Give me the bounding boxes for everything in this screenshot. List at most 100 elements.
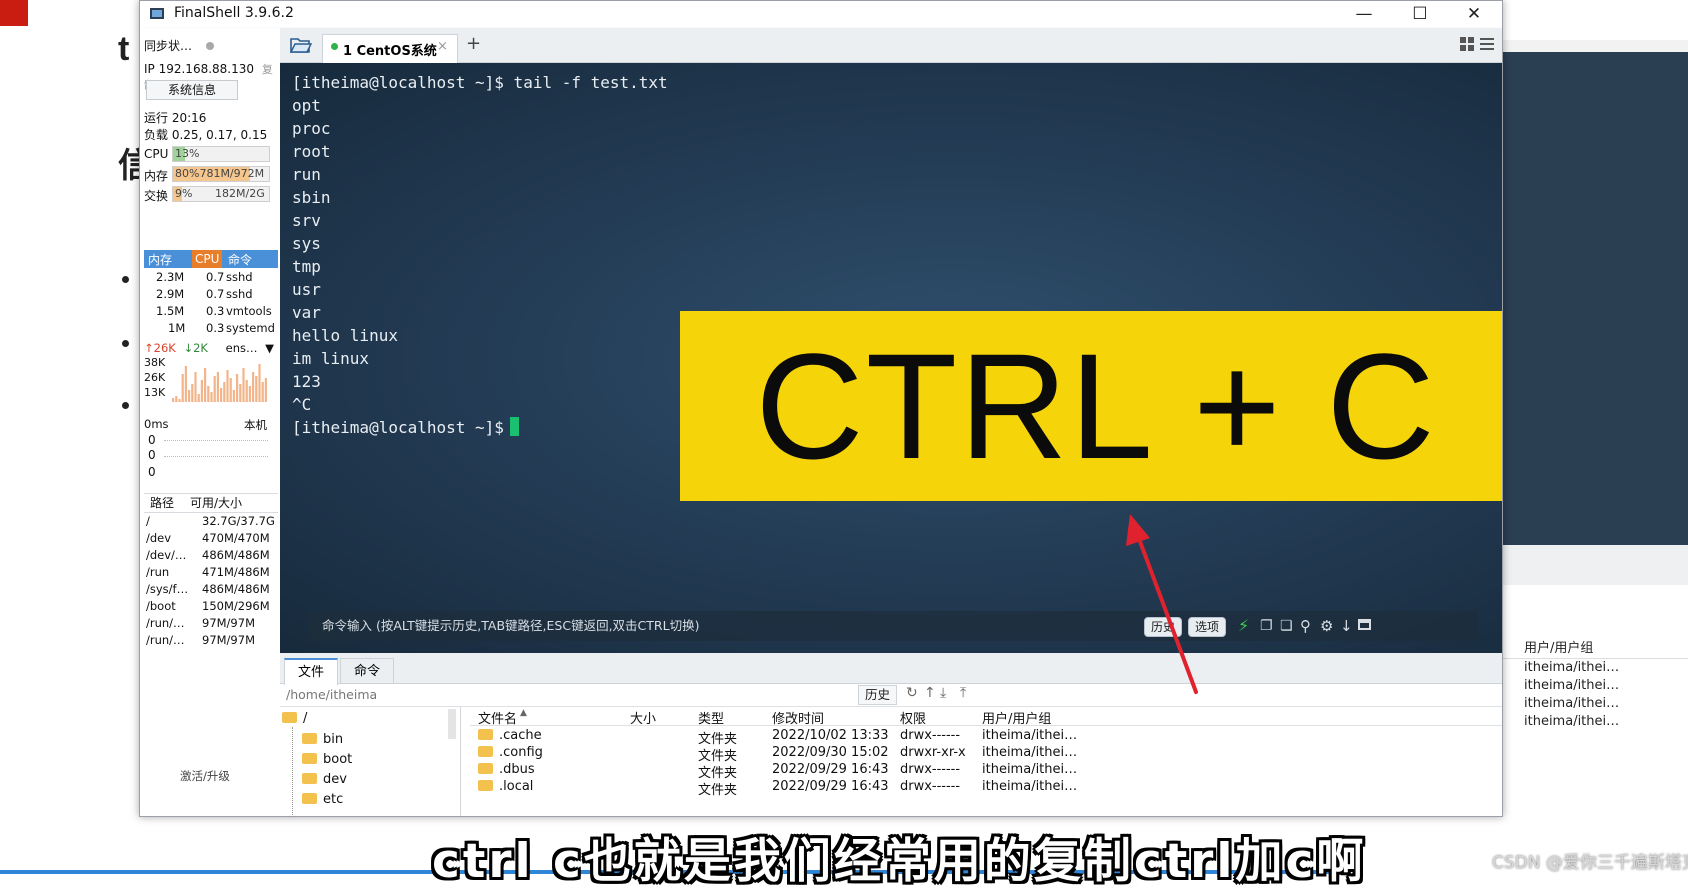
system-info-button[interactable]: 系统信息 [146, 80, 238, 100]
terminal-line: sbin [292, 188, 331, 207]
process-row[interactable]: 1M 0.3 systemd [144, 319, 278, 337]
tab-files[interactable]: 文件 [284, 658, 338, 685]
disk-path: /sys/f… [146, 582, 189, 596]
copy-icon[interactable]: ❐ [1260, 611, 1273, 641]
lightning-icon[interactable]: ⚡ [1238, 611, 1249, 641]
disk-path: /dev/… [146, 548, 187, 562]
download-icon[interactable]: ⤓ [940, 685, 946, 701]
background-bullet [122, 276, 129, 283]
path-history-button[interactable]: 历史 [858, 685, 898, 705]
process-command: sshd [226, 287, 253, 301]
sort-up-icon[interactable]: ▲ [520, 708, 527, 718]
tree-scrollbar[interactable] [448, 709, 456, 739]
tree-root[interactable]: / [282, 711, 307, 726]
network-traffic-bar [172, 398, 175, 402]
column-memory[interactable]: 内存 [148, 251, 172, 268]
ping-value: 0 [148, 465, 156, 479]
process-command: systemd [226, 321, 275, 335]
sync-status: 同步状… [144, 37, 214, 54]
network-traffic-bar [242, 368, 245, 402]
network-traffic-bar [200, 380, 203, 402]
background-cell: itheima/ithei… [1524, 660, 1620, 675]
column-cpu[interactable]: CPU [192, 250, 223, 268]
download-arrow-icon[interactable]: ↓ [1340, 611, 1353, 641]
network-traffic-bar [252, 372, 255, 402]
column-modified[interactable]: 修改时间 [772, 708, 824, 727]
file-modified: 2022/09/29 16:43 [772, 762, 889, 777]
close-button[interactable]: ✕ [1446, 1, 1502, 27]
connected-dot-icon [331, 43, 338, 50]
file-row[interactable]: .local 文件夹 2022/09/29 16:43 drwx------ ithei… [470, 779, 1502, 798]
tree-item[interactable]: bin [302, 732, 343, 747]
menu-icon[interactable] [1480, 37, 1494, 51]
close-tab-icon[interactable]: × [437, 39, 448, 54]
terminal-line: im linux [292, 349, 370, 368]
file-owner: itheima/ithei… [982, 779, 1078, 794]
disk-row[interactable]: /sys/f… 486M/486M [144, 580, 278, 598]
process-row[interactable]: 2.3M 0.7 sshd [144, 268, 278, 286]
network-traffic-bar [175, 396, 178, 402]
cpu-value: 13% [175, 147, 200, 160]
add-tab-icon[interactable]: + [466, 33, 481, 54]
uptime: 运行 20:16 [144, 111, 207, 125]
maximize-terminal-icon[interactable] [1358, 619, 1371, 630]
column-filename[interactable]: 文件名 [478, 708, 517, 727]
disk-row[interactable]: /dev 470M/470M [144, 529, 278, 547]
tree-item[interactable]: boot [302, 752, 352, 767]
net-scale-top: 38K [144, 356, 166, 369]
process-row[interactable]: 1.5M 0.3 vmtools [144, 302, 278, 320]
chevron-down-icon[interactable]: ▼ [265, 341, 274, 355]
network-interface[interactable]: ens… [226, 341, 258, 355]
column-permission[interactable]: 权限 [900, 708, 926, 727]
search-icon[interactable]: ⚲ [1300, 611, 1311, 641]
disk-row[interactable]: /run 471M/486M [144, 563, 278, 581]
disk-row[interactable]: /run/… 97M/97M [144, 614, 278, 632]
disk-row[interactable]: / 32.7G/37.7G [144, 512, 278, 530]
title-bar: FinalShell 3.9.6.2 — ☐ ✕ [140, 1, 1502, 27]
disk-size: 471M/486M [202, 565, 270, 579]
column-command[interactable]: 命令 [228, 251, 252, 268]
disk-row[interactable]: /dev/… 486M/486M [144, 546, 278, 564]
path-bar: /home/itheima 历史 ↻ ↑ ⤓ ⤒ [280, 684, 1502, 707]
file-list-header: 文件名 ▲ 大小 类型 修改时间 权限 用户/用户组 [470, 707, 1502, 727]
column-owner[interactable]: 用户/用户组 [982, 708, 1051, 727]
column-free-size[interactable]: 可用/大小 [190, 494, 242, 512]
process-row[interactable]: 2.9M 0.7 sshd [144, 285, 278, 303]
up-directory-icon[interactable]: ↑ [924, 685, 936, 701]
file-name-text: .cache [499, 728, 542, 743]
file-row[interactable]: .cache 文件夹 2022/10/02 13:33 drwx------ ithei… [470, 728, 1502, 747]
ctrl-c-overlay: CTRL + C [680, 311, 1502, 501]
folder-open-icon[interactable] [290, 36, 312, 54]
bottom-tabs: 文件 命令 [280, 653, 1502, 685]
ping-gridline [164, 440, 268, 441]
gear-icon[interactable]: ⚙ [1320, 611, 1333, 641]
process-cpu: 0.7 [206, 270, 225, 284]
tab-centos[interactable]: 1 CentOS系统 × [322, 34, 458, 63]
maximize-button[interactable]: ☐ [1392, 1, 1448, 27]
tab-commands[interactable]: 命令 [340, 658, 394, 684]
file-row[interactable]: .config 文件夹 2022/09/30 15:02 drwxr-xr-x ithe… [470, 745, 1502, 764]
folder-icon [478, 729, 493, 740]
column-size[interactable]: 大小 [630, 708, 656, 727]
upload-icon[interactable]: ⤒ [960, 685, 966, 701]
paste-icon[interactable]: ❏ [1280, 611, 1293, 641]
column-type[interactable]: 类型 [698, 708, 724, 727]
tree-item[interactable]: dev [302, 772, 347, 787]
net-scale-low: 13K [144, 386, 166, 399]
grid-view-icon[interactable] [1460, 37, 1474, 51]
activate-upgrade-link[interactable]: 激活/升级 [180, 768, 230, 784]
terminal-panel[interactable]: [itheima@localhost ~]$ tail -f test.txt o… [280, 63, 1502, 653]
disk-size: 32.7G/37.7G [202, 514, 275, 528]
minimize-button[interactable]: — [1336, 1, 1392, 27]
server-status-sidebar: 同步状… IP 192.168.88.130 复制 系统信息 运行 20:16 … [140, 28, 281, 816]
column-path[interactable]: 路径 [150, 494, 174, 512]
disk-row[interactable]: /run/… 97M/97M [144, 631, 278, 649]
folder-icon [478, 763, 493, 774]
path-input[interactable]: /home/itheima [286, 687, 377, 702]
command-input-bar[interactable]: 命令输入 (按ALT键提示历史,TAB键路径,ESC键返回,双击CTRL切换) … [308, 611, 1478, 641]
disk-row[interactable]: /boot 150M/296M [144, 597, 278, 615]
file-name: .local [478, 779, 533, 794]
refresh-icon[interactable]: ↻ [906, 685, 918, 701]
file-row[interactable]: .dbus 文件夹 2022/09/29 16:43 drwx------ itheim… [470, 762, 1502, 781]
tree-item[interactable]: etc [302, 792, 343, 807]
